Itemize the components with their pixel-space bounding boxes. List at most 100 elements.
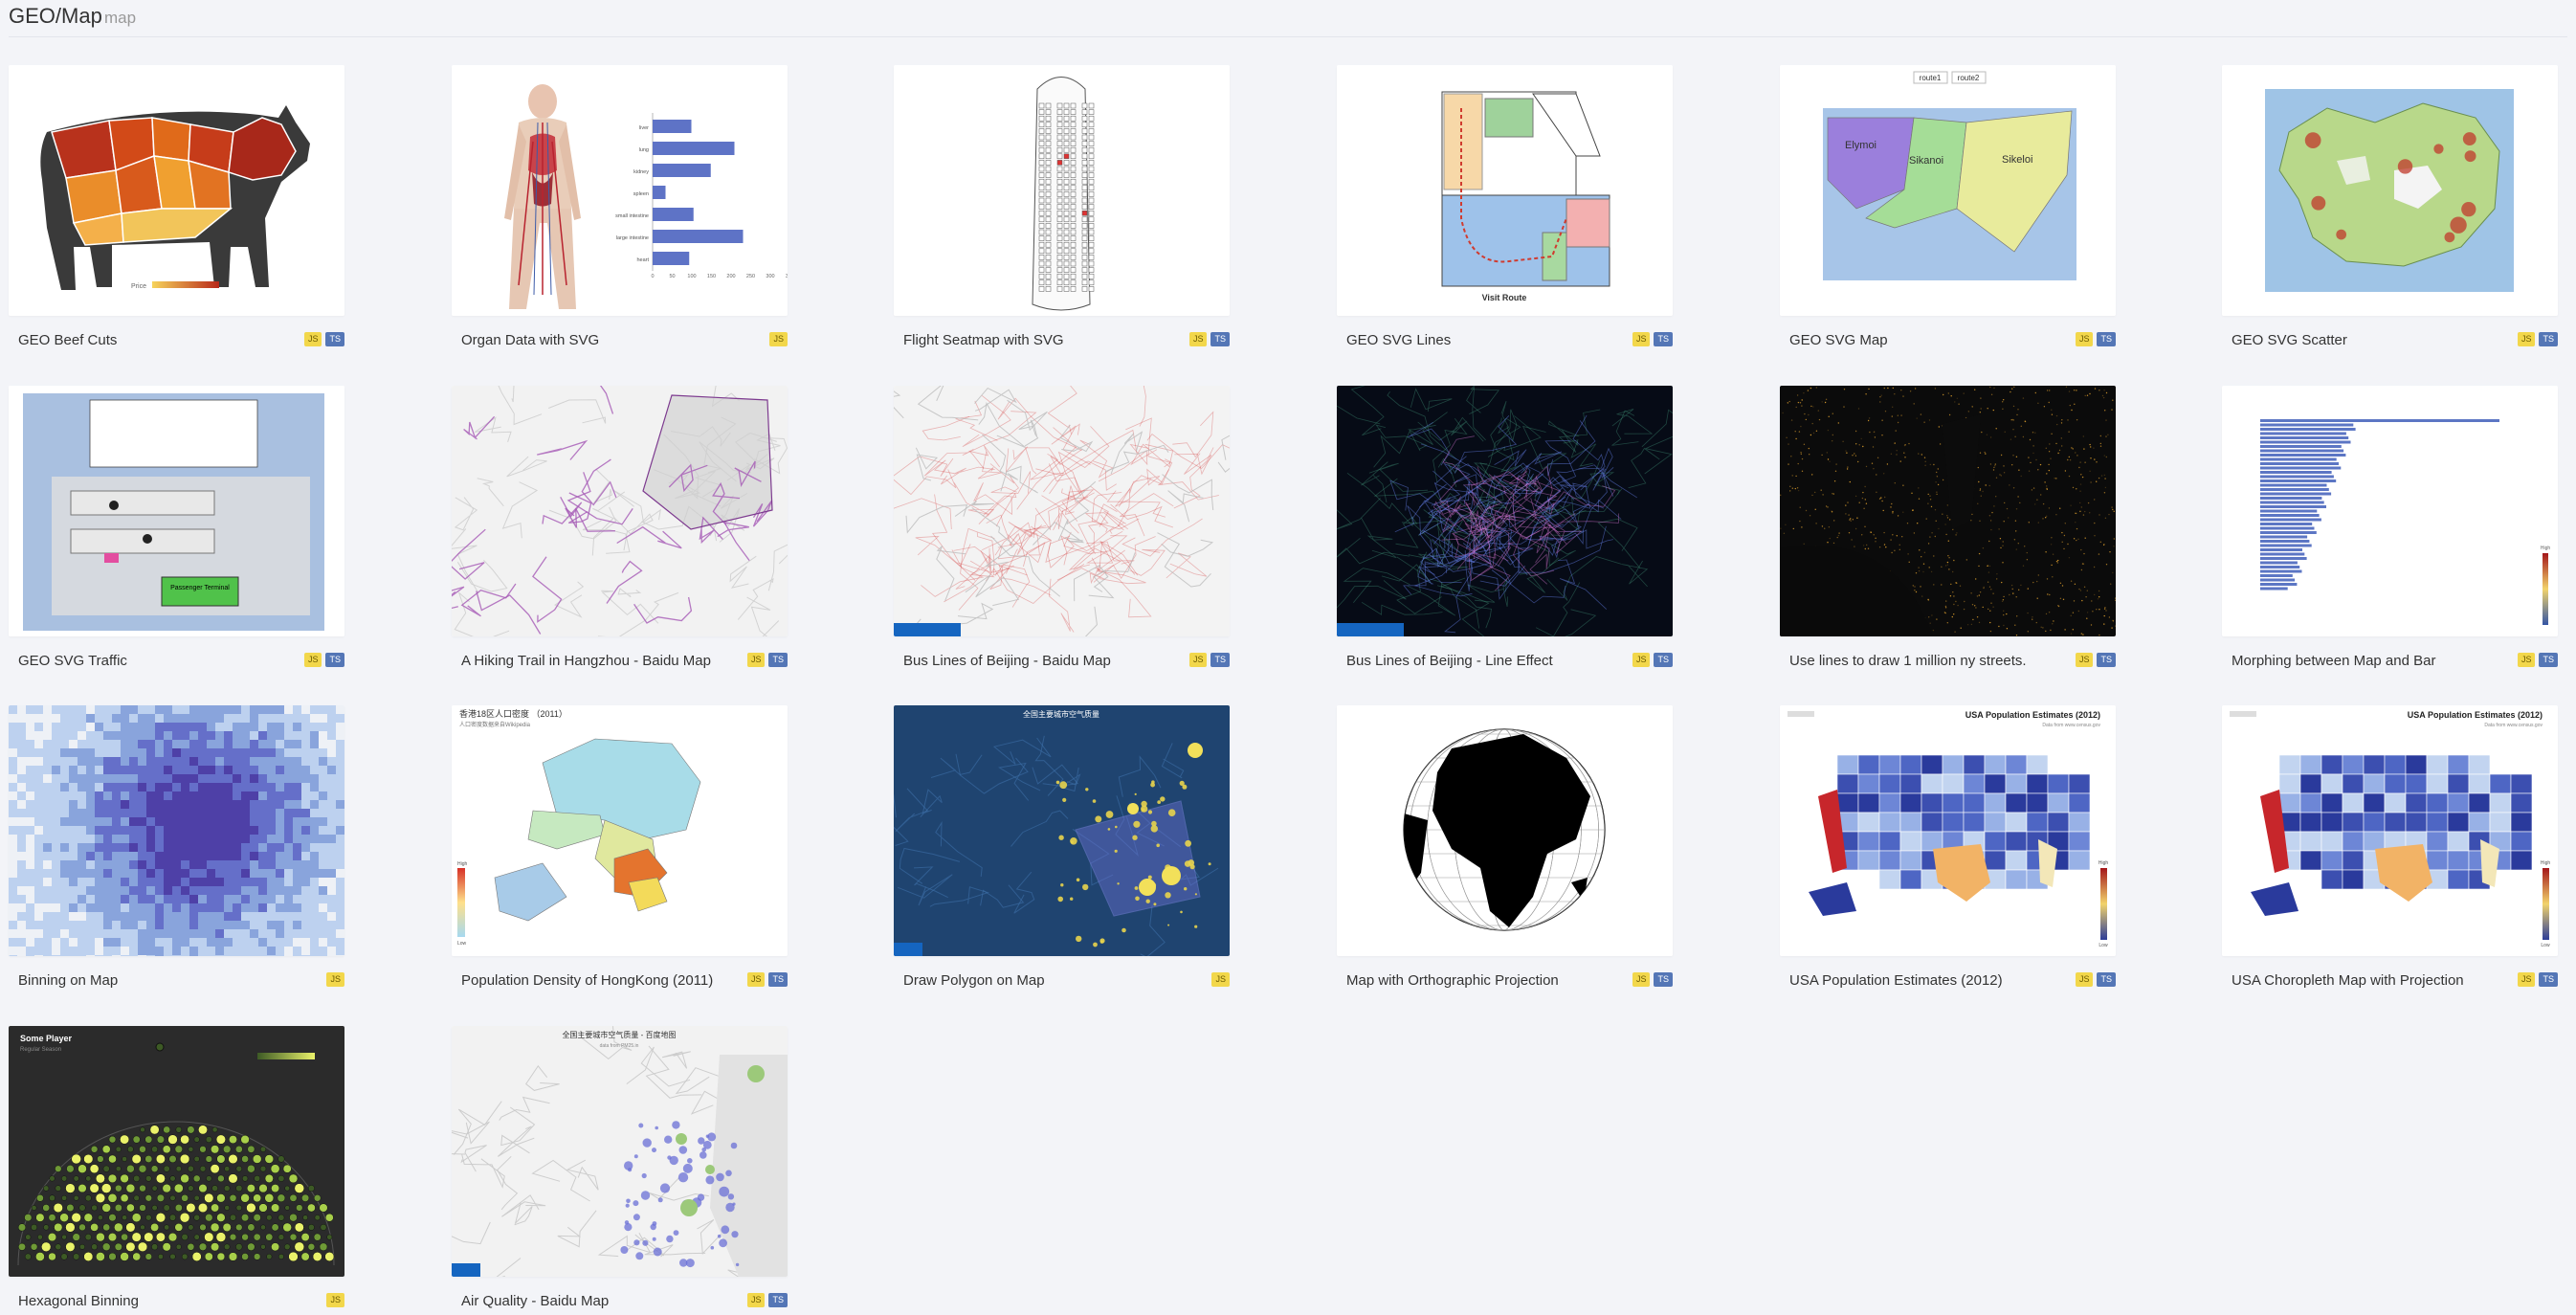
example-title[interactable]: Use lines to draw 1 million ny streets. [1789, 653, 2027, 669]
example-title[interactable]: Air Quality - Baidu Map [461, 1293, 609, 1309]
js-badge[interactable]: JS [2075, 332, 2094, 346]
example-title[interactable]: Flight Seatmap with SVG [903, 332, 1064, 348]
ts-badge[interactable]: TS [1210, 332, 1230, 346]
example-thumbnail[interactable]: USA Population Estimates (2012) Data fro… [1780, 705, 2116, 956]
example-thumbnail[interactable]: 全国主要城市空气质量 - 百度地图 data from PM25.in [452, 1026, 788, 1277]
example-title[interactable]: GEO SVG Traffic [18, 653, 127, 669]
example-thumbnail[interactable] [1780, 386, 2116, 636]
example-card[interactable]: Map with Orthographic Projection JS TS [1337, 705, 1673, 992]
example-title[interactable]: USA Population Estimates (2012) [1789, 972, 2003, 989]
example-card[interactable]: Some Player Regular Season Hexagonal Bin… [9, 1026, 344, 1313]
js-badge[interactable]: JS [746, 1293, 766, 1307]
example-thumbnail[interactable] [894, 386, 1230, 636]
js-badge[interactable]: JS [1188, 332, 1208, 346]
example-card[interactable]: Bus Lines of Beijing - Baidu Map JS TS [894, 386, 1230, 673]
example-title[interactable]: Population Density of HongKong (2011) [461, 972, 713, 989]
example-card[interactable]: liver lung kidney spleen small intestine larg… [452, 65, 788, 352]
example-card[interactable]: GEO SVG Scatter JS TS [2222, 65, 2558, 352]
language-badges: JS [1211, 972, 1230, 987]
js-badge[interactable]: JS [326, 972, 344, 987]
js-badge[interactable]: JS [303, 653, 322, 667]
ts-badge[interactable]: TS [2097, 332, 2116, 346]
example-thumbnail[interactable] [1337, 386, 1673, 636]
example-card[interactable]: 香港18区人口密度 （2011） 人口密度数据来自Wikipedia High … [452, 705, 788, 992]
example-title[interactable]: USA Choropleth Map with Projection [2232, 972, 2464, 989]
example-thumbnail[interactable]: High [2222, 386, 2558, 636]
ts-badge[interactable]: TS [2097, 653, 2116, 667]
example-card[interactable]: Use lines to draw 1 million ny streets. J… [1780, 386, 2116, 673]
js-badge[interactable]: JS [303, 332, 322, 346]
example-title[interactable]: A Hiking Trail in Hangzhou - Baidu Map [461, 653, 711, 669]
example-card[interactable]: route1 route2 Elymoi Sikanoi Sikeloi GEO … [1780, 65, 2116, 352]
example-title[interactable]: Bus Lines of Beijing - Baidu Map [903, 653, 1111, 669]
example-thumbnail[interactable]: USA Population Estimates (2012) Data fro… [2222, 705, 2558, 956]
example-thumbnail[interactable] [2222, 65, 2558, 316]
example-title[interactable]: Organ Data with SVG [461, 332, 599, 348]
ts-badge[interactable]: TS [768, 972, 788, 987]
example-title[interactable]: Draw Polygon on Map [903, 972, 1045, 989]
example-title[interactable]: Bus Lines of Beijing - Line Effect [1346, 653, 1553, 669]
js-badge[interactable]: JS [326, 1293, 344, 1307]
js-badge[interactable]: JS [1632, 972, 1651, 987]
example-card[interactable]: High Morphing between Map and Bar JS TS [2222, 386, 2558, 673]
example-card[interactable]: Binning on Map JS [9, 705, 344, 992]
example-card[interactable]: A Hiking Trail in Hangzhou - Baidu Map JS… [452, 386, 788, 673]
example-title[interactable]: GEO SVG Lines [1346, 332, 1451, 348]
js-badge[interactable]: JS [2517, 332, 2536, 346]
ts-badge[interactable]: TS [1654, 972, 1673, 987]
js-badge[interactable]: JS [769, 332, 788, 346]
example-card[interactable]: Flight Seatmap with SVG JS TS [894, 65, 1230, 352]
ts-badge[interactable]: TS [1654, 653, 1673, 667]
js-badge[interactable]: JS [1632, 653, 1651, 667]
ts-badge[interactable]: TS [1210, 653, 1230, 667]
example-card[interactable]: Price GEO Beef Cuts JS TS [9, 65, 344, 352]
example-card[interactable]: 全国主要城市空气质量 Draw Polygon on Map JS [894, 705, 1230, 992]
ts-badge[interactable]: TS [768, 653, 788, 667]
ts-badge[interactable]: TS [2097, 972, 2116, 987]
ts-badge[interactable]: TS [325, 653, 344, 667]
example-card[interactable]: 全国主要城市空气质量 - 百度地图 data from PM25.in Air … [452, 1026, 788, 1313]
example-card[interactable]: USA Population Estimates (2012) Data fro… [1780, 705, 2116, 992]
example-thumbnail[interactable] [1337, 705, 1673, 956]
js-badge[interactable]: JS [1632, 332, 1651, 346]
js-badge[interactable]: JS [1211, 972, 1230, 987]
example-title[interactable]: GEO SVG Scatter [2232, 332, 2347, 348]
example-title[interactable]: Map with Orthographic Projection [1346, 972, 1559, 989]
ts-badge[interactable]: TS [1654, 332, 1673, 346]
svg-text:全国主要城市空气质量 - 百度地图: 全国主要城市空气质量 - 百度地图 [562, 1030, 676, 1039]
example-thumbnail[interactable]: 全国主要城市空气质量 [894, 705, 1230, 956]
js-badge[interactable]: JS [2075, 972, 2094, 987]
js-badge[interactable]: JS [746, 653, 766, 667]
example-thumbnail[interactable] [9, 705, 344, 956]
ts-badge[interactable]: TS [2539, 653, 2558, 667]
example-thumbnail[interactable]: 香港18区人口密度 （2011） 人口密度数据来自Wikipedia High … [452, 705, 788, 956]
example-thumbnail[interactable] [894, 65, 1230, 316]
example-card[interactable]: Visit Route GEO SVG Lines JS TS [1337, 65, 1673, 352]
svg-text:lung: lung [639, 147, 649, 153]
svg-text:香港18区人口密度 （2011）: 香港18区人口密度 （2011） [459, 708, 567, 719]
ts-badge[interactable]: TS [2539, 332, 2558, 346]
ts-badge[interactable]: TS [2539, 972, 2558, 987]
example-thumbnail[interactable]: route1 route2 Elymoi Sikanoi Sikeloi [1780, 65, 2116, 316]
js-badge[interactable]: JS [1188, 653, 1208, 667]
example-thumbnail[interactable]: Visit Route [1337, 65, 1673, 316]
example-title[interactable]: Morphing between Map and Bar [2232, 653, 2435, 669]
example-title[interactable]: Binning on Map [18, 972, 118, 989]
ts-badge[interactable]: TS [325, 332, 344, 346]
example-card[interactable]: Bus Lines of Beijing - Line Effect JS TS [1337, 386, 1673, 673]
js-badge[interactable]: JS [2075, 653, 2094, 667]
example-thumbnail[interactable]: liver lung kidney spleen small intestine larg… [452, 65, 788, 316]
example-thumbnail[interactable]: Price [9, 65, 344, 316]
example-card[interactable]: USA Population Estimates (2012) Data fro… [2222, 705, 2558, 992]
example-title[interactable]: GEO SVG Map [1789, 332, 1888, 348]
js-badge[interactable]: JS [2517, 972, 2536, 987]
ts-badge[interactable]: TS [768, 1293, 788, 1307]
js-badge[interactable]: JS [2517, 653, 2536, 667]
example-title[interactable]: GEO Beef Cuts [18, 332, 117, 348]
example-card[interactable]: Passenger Terminal GEO SVG Traffic JS TS [9, 386, 344, 673]
example-thumbnail[interactable]: Some Player Regular Season [9, 1026, 344, 1277]
example-thumbnail[interactable]: Passenger Terminal [9, 386, 344, 636]
js-badge[interactable]: JS [746, 972, 766, 987]
example-thumbnail[interactable] [452, 386, 788, 636]
example-title[interactable]: Hexagonal Binning [18, 1293, 139, 1309]
